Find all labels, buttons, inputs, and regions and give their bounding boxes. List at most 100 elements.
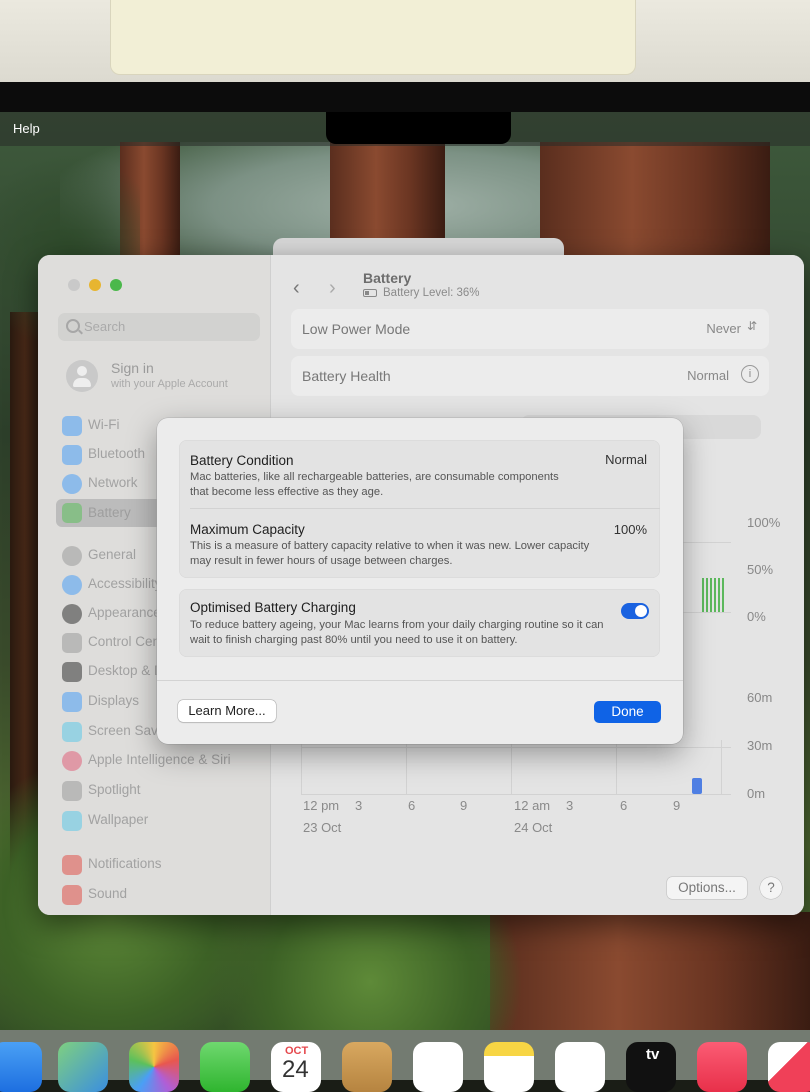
sticky-note — [110, 0, 636, 75]
battery-level-text: Battery Level: 36% — [383, 287, 480, 299]
search-field[interactable]: Search — [58, 313, 260, 341]
x-tick-label: 12 pm — [303, 798, 340, 813]
camera-notch — [326, 112, 511, 144]
contacts-icon[interactable] — [342, 1042, 392, 1092]
facetime-icon[interactable] — [200, 1042, 250, 1092]
music-icon[interactable] — [697, 1042, 747, 1092]
maps-icon[interactable] — [58, 1042, 108, 1092]
control-centre-icon — [62, 633, 82, 653]
battery-icon — [62, 503, 82, 523]
battery-health-row: Battery Health Normal i — [291, 356, 769, 396]
battery-health-sheet: Battery Condition Normal Mac batteries, … — [157, 418, 683, 744]
sidebar-item-label: Wallpaper — [88, 812, 149, 827]
battery-condition-title: Battery Condition — [190, 453, 294, 468]
mail-icon[interactable] — [0, 1042, 42, 1092]
sidebar-item-label: Spotlight — [88, 782, 141, 797]
battery-condition-desc: Mac batteries, like all rechargeable bat… — [190, 471, 559, 498]
low-power-mode-select[interactable]: Never — [706, 321, 741, 336]
sign-in-title: Sign in — [111, 360, 154, 376]
sidebar-item-label: Notifications — [88, 856, 162, 871]
freeform-icon[interactable] — [555, 1042, 605, 1092]
battery-level-icon — [363, 288, 377, 297]
sidebar-item-label: General — [88, 547, 137, 562]
sidebar-item-siri[interactable]: Apple Intelligence & Siri — [62, 750, 262, 772]
x-tick-label: 9 — [460, 798, 468, 813]
magnifier-icon — [62, 781, 82, 801]
level-axis-label: 100% — [747, 515, 781, 530]
search-icon — [66, 319, 80, 333]
speaker-icon — [62, 885, 82, 905]
sidebar-item-spotlight[interactable]: Spotlight — [62, 780, 262, 802]
sidebar-item-label: Sound — [88, 886, 128, 901]
sidebar-item-label: Bluetooth — [88, 446, 146, 461]
learn-more-button[interactable]: Learn More... — [178, 700, 276, 722]
globe-icon — [62, 474, 82, 494]
battery-health-value: Normal — [687, 368, 729, 383]
menu-help[interactable]: Help — [13, 121, 40, 136]
updown-chevron-icon: ⇵ — [746, 319, 757, 333]
done-button[interactable]: Done — [594, 701, 661, 723]
sidebar-item-label: Network — [88, 475, 138, 490]
x-tick-label: 6 — [408, 798, 416, 813]
sidebar-item-label: Accessibility — [88, 576, 162, 591]
condition-capacity-group: Battery Condition Normal Mac batteries, … — [179, 440, 660, 578]
forward-chevron-icon[interactable]: › — [329, 277, 336, 300]
usage-axis-label: 0m — [747, 786, 766, 801]
minimize-button[interactable] — [89, 279, 101, 291]
siri-icon — [62, 751, 82, 771]
sign-in-subtitle: with your Apple Account — [111, 378, 228, 390]
zoom-button[interactable] — [110, 279, 122, 291]
sidebar-item-label: Appearance — [88, 605, 161, 620]
battery-level-subtitle: Battery Level: 36% — [363, 287, 480, 299]
date-label: 24 Oct — [514, 820, 553, 835]
help-button[interactable]: ? — [760, 877, 782, 899]
page-title: Battery — [363, 270, 412, 286]
photos-icon[interactable] — [129, 1042, 179, 1092]
date-label: 23 Oct — [303, 820, 342, 835]
optimised-charging-desc: To reduce battery ageing, your Mac learn… — [190, 619, 604, 646]
info-icon[interactable]: i — [741, 365, 759, 383]
low-power-mode-row: Low Power Mode Never ⇵ — [291, 309, 769, 349]
tv-label: tv — [646, 1046, 660, 1063]
level-axis-label: 50% — [747, 562, 774, 577]
usage-bar — [692, 778, 702, 794]
x-tick-label: 3 — [566, 798, 574, 813]
search-placeholder: Search — [84, 319, 126, 334]
low-power-mode-label: Low Power Mode — [302, 321, 411, 337]
dock-icon — [62, 662, 82, 682]
bell-icon — [62, 855, 82, 875]
wallpaper-icon — [62, 811, 82, 831]
close-button[interactable] — [68, 279, 80, 291]
maximum-capacity-value: 100% — [613, 522, 647, 537]
optimised-charging-title: Optimised Battery Charging — [190, 600, 356, 615]
level-axis-label: 0% — [747, 609, 766, 624]
sidebar-item-notifications[interactable]: Notifications — [62, 854, 262, 876]
notes-icon[interactable] — [484, 1042, 534, 1092]
news-icon[interactable] — [768, 1042, 810, 1092]
maximum-capacity-desc: This is a measure of battery capacity re… — [190, 540, 590, 567]
options-button[interactable]: Options... — [667, 877, 747, 899]
toggle-knob — [635, 605, 647, 617]
x-tick-label: 12 am — [514, 798, 551, 813]
screen-saver-icon — [62, 722, 82, 742]
screen-bezel — [0, 82, 810, 112]
x-tick-label: 9 — [673, 798, 681, 813]
sidebar-item-label: Displays — [88, 693, 140, 708]
sun-icon — [62, 692, 82, 712]
usage-axis-label: 30m — [747, 738, 773, 753]
optimised-charging-toggle[interactable] — [621, 603, 649, 619]
calendar-icon[interactable]: OCT 24 — [271, 1042, 321, 1092]
x-tick-label: 6 — [620, 798, 628, 813]
x-tick-label: 3 — [355, 798, 363, 813]
reminders-icon[interactable] — [413, 1042, 463, 1092]
battery-health-label: Battery Health — [302, 368, 391, 384]
back-chevron-icon[interactable]: ‹ — [293, 277, 300, 300]
usage-axis-label: 60m — [747, 690, 773, 705]
sidebar-item-wallpaper[interactable]: Wallpaper — [62, 810, 262, 832]
bluetooth-icon — [62, 445, 82, 465]
apple-tv-icon[interactable]: tv — [626, 1042, 676, 1092]
sidebar-item-sound[interactable]: Sound — [62, 884, 262, 906]
battery-condition-value: Normal — [605, 452, 647, 467]
wifi-icon — [62, 416, 82, 436]
dock: OCT 24 tv — [0, 1030, 810, 1092]
